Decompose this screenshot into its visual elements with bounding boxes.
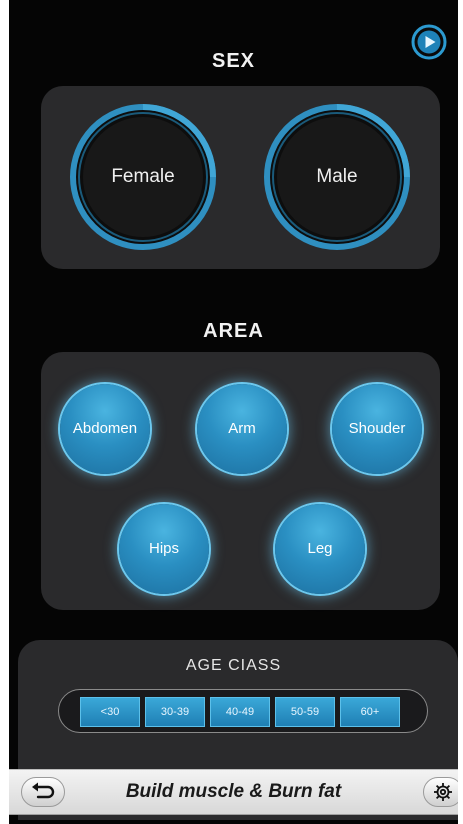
back-button[interactable] bbox=[21, 777, 65, 807]
age-30-39-button[interactable]: 30-39 bbox=[145, 697, 205, 727]
female-button[interactable]: Female bbox=[67, 101, 219, 253]
app-screen: SEX Female Male AREA Abdomen Arm Shouder… bbox=[9, 0, 458, 824]
area-abdomen-button[interactable]: Abdomen bbox=[60, 384, 150, 474]
settings-button[interactable] bbox=[423, 777, 458, 807]
area-leg-button[interactable]: Leg bbox=[275, 504, 365, 594]
area-title: AREA bbox=[203, 320, 264, 342]
age-title: AGE CIASS bbox=[185, 657, 282, 674]
back-arrow-icon bbox=[32, 782, 55, 799]
age-60-plus-button[interactable]: 60+ bbox=[340, 697, 400, 727]
app-title: Build muscle & Burn fat bbox=[125, 781, 342, 802]
female-label: Female bbox=[111, 166, 175, 187]
bottom-bar: Build muscle & Burn fat bbox=[9, 769, 458, 815]
male-label: Male bbox=[316, 166, 358, 187]
area-panel: Abdomen Arm Shouder Hips Leg bbox=[41, 352, 440, 610]
gear-icon bbox=[434, 783, 452, 801]
area-shoulder-button[interactable]: Shouder bbox=[332, 384, 422, 474]
age-selector: <30 30-39 40-49 50-59 60+ bbox=[58, 689, 428, 733]
sex-panel: Female Male bbox=[41, 86, 440, 269]
male-button[interactable]: Male bbox=[261, 101, 413, 253]
age-under-30-button[interactable]: <30 bbox=[80, 697, 140, 727]
age-40-49-button[interactable]: 40-49 bbox=[210, 697, 270, 727]
age-50-59-button[interactable]: 50-59 bbox=[275, 697, 335, 727]
area-hips-button[interactable]: Hips bbox=[119, 504, 209, 594]
area-arm-button[interactable]: Arm bbox=[197, 384, 287, 474]
sex-title: SEX bbox=[211, 50, 256, 72]
